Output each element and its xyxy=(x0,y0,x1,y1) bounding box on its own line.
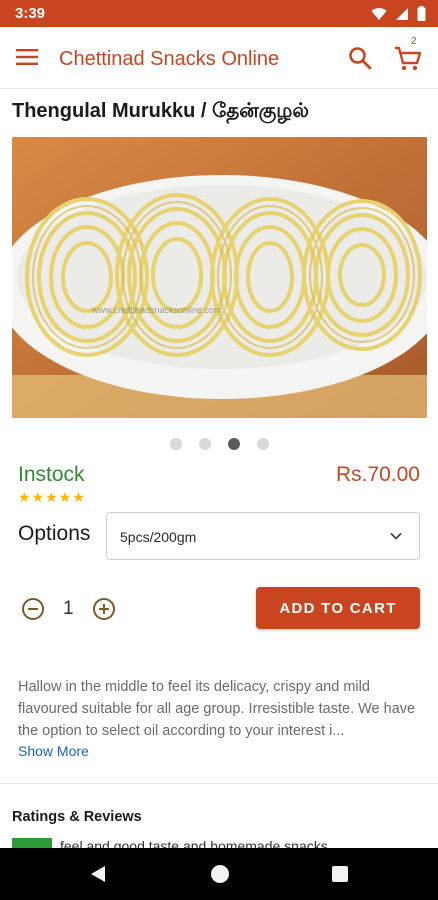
options-selected-value: 5pcs/200gm xyxy=(120,529,197,545)
carousel-dots xyxy=(170,438,269,450)
product-price: Rs.70.00 xyxy=(335,463,420,486)
cart-count-badge: 2 xyxy=(411,36,417,47)
ratings-reviews-heading: Ratings & Reviews xyxy=(12,809,142,825)
product-title: Thengulal Murukku / தேன்குழல் xyxy=(12,100,309,122)
carousel-dot[interactable] xyxy=(170,438,182,450)
back-icon[interactable] xyxy=(89,865,107,883)
options-dropdown[interactable]: 5pcs/200gm xyxy=(106,512,420,560)
section-divider xyxy=(0,783,438,784)
status-bar: 3:39 xyxy=(0,0,438,27)
review-item: feel and good taste and homemade snacks xyxy=(12,838,422,848)
carousel-dot[interactable] xyxy=(257,438,269,450)
stock-status: Instock xyxy=(18,463,85,486)
chevron-down-icon xyxy=(390,533,402,540)
app-bar: Chettinad Snacks Online 2 xyxy=(0,27,438,89)
status-time: 3:39 xyxy=(15,5,46,22)
quantity-value: 1 xyxy=(63,598,74,619)
app-title: Chettinad Snacks Online xyxy=(59,48,280,70)
recents-icon[interactable] xyxy=(332,866,348,882)
image-watermark: www.chettinadsnacksonline.com xyxy=(92,305,222,315)
carousel-dot[interactable] xyxy=(199,438,211,450)
options-label: Options xyxy=(18,522,91,545)
add-to-cart-button[interactable]: ADD TO CART xyxy=(256,587,420,629)
search-icon[interactable] xyxy=(347,45,373,71)
cart-icon[interactable] xyxy=(393,44,423,72)
increase-quantity-icon[interactable] xyxy=(92,597,116,621)
signal-icon xyxy=(396,7,408,20)
system-nav-bar xyxy=(0,848,438,900)
hamburger-icon[interactable] xyxy=(16,49,38,65)
status-icons xyxy=(371,6,426,21)
rating-stars: ★★★★★ xyxy=(18,489,86,505)
decrease-quantity-icon[interactable] xyxy=(21,597,45,621)
wifi-icon xyxy=(371,7,387,20)
carousel-dot-active[interactable] xyxy=(228,438,240,450)
review-text: feel and good taste and homemade snacks xyxy=(60,838,328,848)
review-rating-badge xyxy=(12,838,52,848)
battery-icon xyxy=(417,6,426,21)
home-icon[interactable] xyxy=(211,865,229,883)
product-image[interactable]: www.chettinadsnacksonline.com xyxy=(12,137,427,418)
show-more-link[interactable]: Show More xyxy=(18,743,89,759)
product-description: Hallow in the middle to feel its delicac… xyxy=(18,679,416,739)
